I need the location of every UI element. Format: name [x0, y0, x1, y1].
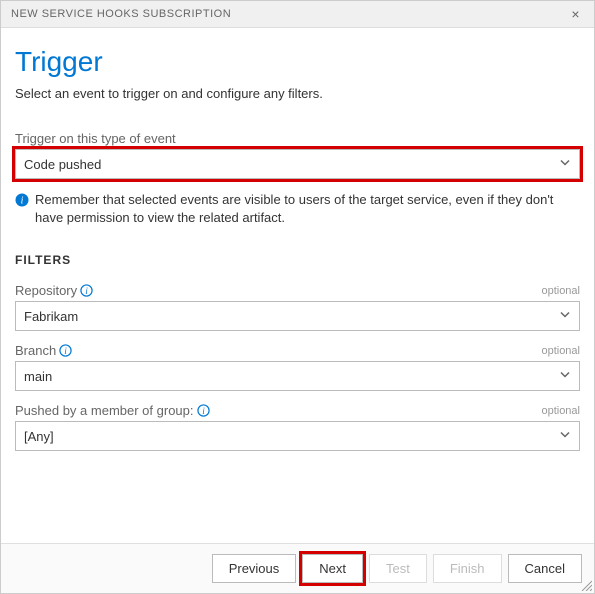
previous-button[interactable]: Previous: [212, 554, 297, 583]
group-value: [Any]: [24, 429, 54, 444]
chevron-down-icon: [559, 309, 571, 324]
chevron-down-icon: [559, 157, 571, 172]
finish-button: Finish: [433, 554, 502, 583]
content-area: Trigger Select an event to trigger on an…: [1, 28, 594, 543]
page-subtitle: Select an event to trigger on and config…: [15, 86, 580, 101]
event-type-label: Trigger on this type of event: [15, 131, 580, 146]
repository-label: Repository: [15, 283, 77, 298]
optional-label: optional: [541, 405, 580, 417]
chevron-down-icon: [559, 429, 571, 444]
svg-text:i: i: [202, 407, 205, 417]
close-icon[interactable]: ×: [567, 6, 584, 22]
group-label-row: Pushed by a member of group: i optional: [15, 403, 580, 418]
footer: Previous Next Test Finish Cancel: [1, 543, 594, 593]
group-label: Pushed by a member of group:: [15, 403, 194, 418]
event-type-select[interactable]: Code pushed: [15, 149, 580, 179]
branch-label-row: Branch i optional: [15, 343, 580, 358]
info-text: Remember that selected events are visibl…: [35, 191, 580, 227]
next-button[interactable]: Next: [302, 554, 363, 583]
svg-text:i: i: [21, 196, 24, 207]
branch-label: Branch: [15, 343, 56, 358]
optional-label: optional: [541, 285, 580, 297]
titlebar: NEW SERVICE HOOKS SUBSCRIPTION ×: [1, 1, 594, 28]
info-note: i Remember that selected events are visi…: [15, 191, 580, 227]
filters-heading: FILTERS: [15, 253, 580, 267]
dialog: NEW SERVICE HOOKS SUBSCRIPTION × Trigger…: [0, 0, 595, 594]
chevron-down-icon: [559, 369, 571, 384]
group-select[interactable]: [Any]: [15, 421, 580, 451]
repository-label-row: Repository i optional: [15, 283, 580, 298]
cancel-button[interactable]: Cancel: [508, 554, 582, 583]
help-icon[interactable]: i: [80, 284, 93, 297]
repository-select[interactable]: Fabrikam: [15, 301, 580, 331]
repository-value: Fabrikam: [24, 309, 78, 324]
branch-select[interactable]: main: [15, 361, 580, 391]
event-type-value: Code pushed: [24, 157, 101, 172]
page-title: Trigger: [15, 46, 580, 78]
svg-text:i: i: [85, 287, 88, 297]
info-icon: i: [15, 193, 29, 210]
help-icon[interactable]: i: [59, 344, 72, 357]
branch-value: main: [24, 369, 52, 384]
test-button: Test: [369, 554, 427, 583]
dialog-title: NEW SERVICE HOOKS SUBSCRIPTION: [11, 8, 231, 20]
help-icon[interactable]: i: [197, 404, 210, 417]
optional-label: optional: [541, 345, 580, 357]
svg-text:i: i: [64, 347, 67, 357]
